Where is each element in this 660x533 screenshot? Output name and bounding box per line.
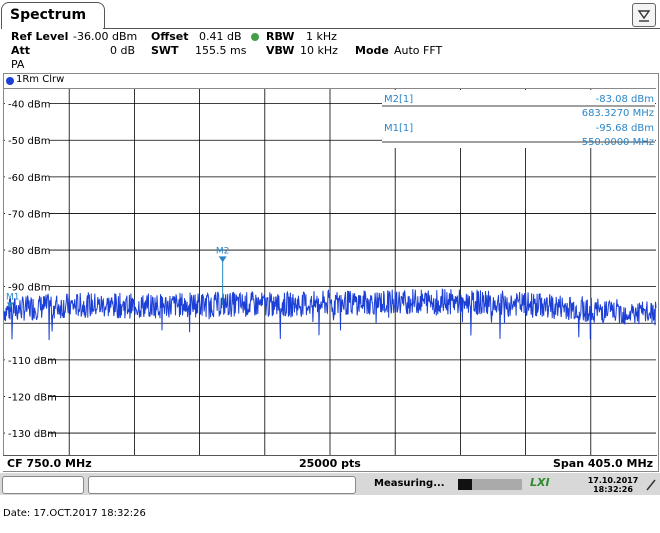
y-tick-label: -70 dBm — [8, 209, 50, 220]
lxi-logo: LXI — [530, 476, 550, 489]
marker-m1-tag: M1 — [6, 292, 20, 302]
marker-m2-level: -83.08 dBm — [596, 94, 654, 105]
marker-m2-tag: M2 — [216, 246, 230, 256]
measuring-status: Measuring... — [374, 478, 445, 489]
status-date: 17.10.2017 — [587, 476, 639, 485]
center-frequency: CF 750.0 MHz — [7, 457, 92, 470]
y-tick-label: -50 dBm — [8, 136, 50, 147]
marker-m1-frequency: 550.0000 MHz — [582, 137, 654, 148]
marker-m2-label: M2[1] — [384, 94, 413, 105]
frequency-span: Span 405.0 MHz — [553, 457, 654, 470]
print-date: Date: 17.OCT.2017 18:32:26 — [3, 508, 146, 519]
y-tick-label: -110 dBm — [8, 356, 57, 367]
spectrum-chart[interactable]: -40 dBm-50 dBm-60 dBm-70 dBm-80 dBm-90 d… — [0, 0, 660, 470]
status-icon — [645, 477, 657, 496]
y-tick-label: -40 dBm — [8, 100, 50, 111]
marker-m2-frequency: 683.3270 MHz — [582, 108, 654, 119]
status-field-1[interactable] — [2, 476, 84, 494]
y-tick-label: -80 dBm — [8, 246, 50, 257]
sweep-points: 25000 pts — [299, 457, 361, 470]
marker-m1-label: M1[1] — [384, 123, 413, 134]
progress-fill — [458, 479, 472, 490]
status-time: 18:32:26 — [593, 485, 633, 494]
status-datetime: 17.10.2017 18:32:26 — [586, 476, 640, 494]
y-tick-label: -60 dBm — [8, 173, 50, 184]
marker-m2-icon — [218, 256, 227, 263]
marker-m1-level: -95.68 dBm — [596, 123, 654, 134]
y-tick-label: -120 dBm — [8, 392, 57, 403]
progress-bar — [458, 479, 522, 490]
status-field-2[interactable] — [88, 476, 356, 494]
y-tick-label: -130 dBm — [8, 429, 57, 440]
